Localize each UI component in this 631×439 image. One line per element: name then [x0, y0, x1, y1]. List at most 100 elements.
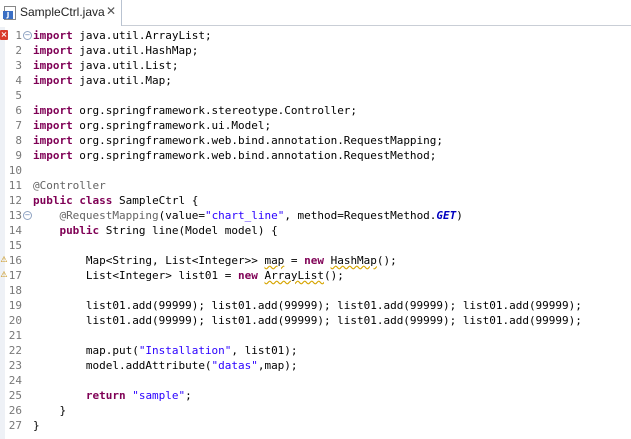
code-text: import java.util.List; — [33, 58, 179, 73]
code-line: 4 import java.util.Map; — [0, 73, 631, 88]
code-line: 26 } — [0, 403, 631, 418]
line-number: 16 — [8, 254, 22, 267]
code-token: import — [33, 119, 73, 132]
line-number: 2 — [15, 44, 22, 57]
line-number: 11 — [8, 179, 22, 192]
code-token: java.util.HashMap; — [72, 44, 199, 57]
line-number: 14 — [8, 224, 22, 237]
line-number: 19 — [8, 299, 22, 312]
close-icon[interactable]: ✕ — [106, 4, 116, 18]
code-token: import — [33, 29, 73, 42]
code-line: 18 — [0, 283, 631, 298]
code-line: 25 return "sample"; — [0, 388, 631, 403]
code-token: import — [33, 149, 73, 162]
code-token: java.util.ArrayList; — [72, 29, 212, 42]
line-number: 7 — [15, 119, 22, 132]
code-text: List<Integer> list01 = new ArrayList(); — [33, 268, 344, 283]
code-token: ) — [456, 209, 463, 222]
code-token: = — [284, 254, 305, 267]
line-number: 23 — [8, 359, 22, 372]
code-token: "datas" — [211, 359, 258, 372]
fold-collapse-icon[interactable]: − — [23, 211, 32, 220]
line-number: 6 — [15, 104, 22, 117]
code-line: 13− @RequestMapping(value="chart_line", … — [0, 208, 631, 223]
code-line: 19 list01.add(99999); list01.add(99999);… — [0, 298, 631, 313]
code-text: Map<String, List<Integer>> map = new Has… — [33, 253, 397, 268]
code-token: ,map); — [257, 359, 298, 372]
code-line: × 1− import java.util.ArrayList; — [0, 28, 631, 43]
line-number: 5 — [15, 89, 22, 102]
code-token: import — [33, 74, 73, 87]
code-line: 9 import org.springframework.web.bind.ann… — [0, 148, 631, 163]
code-token: (); — [323, 269, 344, 282]
code-token: "Installation" — [138, 344, 232, 357]
code-token: } — [33, 404, 67, 417]
code-token: (); — [376, 254, 397, 267]
line-number: 3 — [15, 59, 22, 72]
code-line: 15 — [0, 238, 631, 253]
line-number: 8 — [15, 134, 22, 147]
code-token: } — [33, 419, 40, 432]
code-line: 6 import org.springframework.stereotype.C… — [0, 103, 631, 118]
code-token: org.springframework.stereotype.Controlle… — [72, 104, 358, 117]
code-line: 12 public class SampleCtrl { — [0, 193, 631, 208]
line-number: 9 — [15, 149, 22, 162]
code-text: return "sample"; — [33, 388, 192, 403]
code-line: 8 import org.springframework.web.bind.ann… — [0, 133, 631, 148]
line-number: 20 — [8, 314, 22, 327]
code-line: 14 public String line(Model model) { — [0, 223, 631, 238]
code-text: public class SampleCtrl { — [33, 193, 198, 208]
code-text: import org.springframework.web.bind.anno… — [33, 133, 443, 148]
code-editor[interactable]: × 1− import java.util.ArrayList; 2 import ja… — [0, 27, 631, 439]
code-text: import java.util.Map; — [33, 73, 172, 88]
code-text: import org.springframework.ui.Model; — [33, 118, 271, 133]
code-token: Map<String, List<Integer>> — [33, 254, 265, 267]
line-number: 22 — [8, 344, 22, 357]
code-token: new — [304, 254, 324, 267]
line-number: 25 — [8, 389, 22, 402]
code-token: list01.add(99999); list01.add(99999); li… — [33, 299, 582, 312]
code-token: import — [33, 134, 73, 147]
code-token: class — [79, 194, 113, 207]
code-line: ⚠ 16 Map<String, List<Integer>> map = new… — [0, 253, 631, 268]
code-token: @Controller — [33, 179, 106, 192]
code-text: model.addAttribute("datas",map); — [33, 358, 298, 373]
code-token: SampleCtrl { — [112, 194, 199, 207]
line-number: 24 — [8, 374, 22, 387]
code-line: 20 list01.add(99999); list01.add(99999);… — [0, 313, 631, 328]
code-token: "sample" — [132, 389, 186, 402]
code-token: , method=RequestMethod. — [284, 209, 437, 222]
line-number: 27 — [8, 419, 22, 432]
tab-samplectrl-java[interactable]: J SampleCtrl.java ✕ — [0, 0, 122, 26]
fold-collapse-icon[interactable]: − — [23, 31, 32, 40]
code-text: } — [33, 418, 40, 433]
code-text: @RequestMapping(value="chart_line", meth… — [33, 208, 463, 223]
code-token: model.addAttribute( — [33, 359, 212, 372]
code-token: import — [33, 44, 73, 57]
code-token: GET — [436, 209, 457, 222]
code-token: "chart_line" — [204, 209, 285, 222]
code-token: ; — [185, 389, 192, 402]
code-token: List<Integer> list01 = — [33, 269, 238, 282]
line-number: 21 — [8, 329, 22, 342]
code-line: 7 import org.springframework.ui.Model; — [0, 118, 631, 133]
code-text: import java.util.HashMap; — [33, 43, 198, 58]
line-number: 1 — [15, 29, 22, 42]
code-token: public — [33, 194, 73, 207]
code-text: import java.util.ArrayList; — [33, 28, 212, 43]
code-token: public — [59, 224, 100, 237]
code-text: public String line(Model model) { — [33, 223, 277, 238]
code-token: org.springframework.web.bind.annotation.… — [72, 149, 437, 162]
code-text: @Controller — [33, 178, 106, 193]
code-token: list01.add(99999); list01.add(99999); li… — [33, 314, 582, 327]
java-file-icon: J — [3, 6, 16, 20]
code-token: java.util.List; — [72, 59, 179, 72]
code-line: 27} — [0, 418, 631, 433]
code-token: new — [238, 269, 258, 282]
code-line: 24 — [0, 373, 631, 388]
code-line: 11 @Controller — [0, 178, 631, 193]
